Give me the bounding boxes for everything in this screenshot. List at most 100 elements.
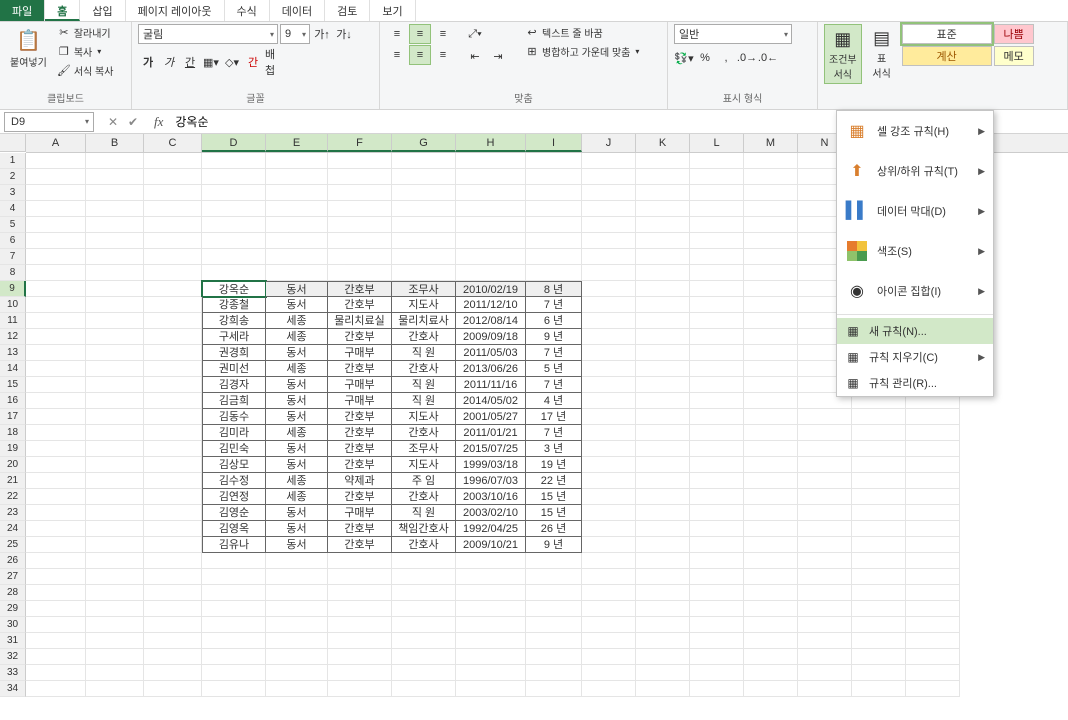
cell[interactable] — [690, 553, 744, 569]
cell[interactable]: 간호부 — [328, 441, 392, 457]
cell[interactable] — [744, 521, 798, 537]
cell[interactable] — [744, 425, 798, 441]
cell[interactable] — [906, 633, 960, 649]
cell[interactable] — [266, 601, 328, 617]
cell[interactable] — [690, 473, 744, 489]
cell[interactable] — [26, 153, 86, 169]
cell[interactable] — [144, 393, 202, 409]
cell[interactable] — [582, 473, 636, 489]
cell[interactable] — [144, 377, 202, 393]
cell[interactable] — [86, 553, 144, 569]
cell[interactable]: 지도사 — [392, 297, 456, 313]
cell[interactable]: 구매부 — [328, 345, 392, 361]
cell[interactable] — [266, 665, 328, 681]
cell[interactable] — [456, 169, 526, 185]
cell[interactable]: 간호부 — [328, 489, 392, 505]
cell[interactable] — [798, 585, 852, 601]
cell[interactable] — [86, 169, 144, 185]
cell[interactable] — [744, 553, 798, 569]
cell[interactable] — [328, 617, 392, 633]
cell[interactable]: 1992/04/25 — [456, 521, 526, 537]
cell[interactable]: 2011/11/16 — [456, 377, 526, 393]
cell[interactable] — [582, 233, 636, 249]
cell[interactable] — [744, 329, 798, 345]
cell[interactable] — [328, 601, 392, 617]
cell[interactable]: 간호사 — [392, 425, 456, 441]
cell[interactable] — [690, 345, 744, 361]
cell[interactable] — [690, 665, 744, 681]
cell[interactable] — [852, 601, 906, 617]
cell[interactable] — [26, 377, 86, 393]
align-bottom-button[interactable]: ≡ — [432, 24, 454, 44]
col-header-K[interactable]: K — [636, 134, 690, 152]
cell[interactable] — [582, 457, 636, 473]
cell[interactable] — [852, 617, 906, 633]
decrease-decimal-button[interactable]: .0← — [758, 48, 778, 68]
cell[interactable] — [852, 409, 906, 425]
cell[interactable]: 세종 — [266, 489, 328, 505]
row-header[interactable]: 4 — [0, 201, 26, 217]
cell[interactable] — [144, 361, 202, 377]
cell[interactable] — [266, 617, 328, 633]
cell[interactable] — [392, 233, 456, 249]
cell[interactable] — [526, 569, 582, 585]
cell[interactable] — [852, 569, 906, 585]
cell[interactable] — [266, 217, 328, 233]
cell[interactable] — [456, 649, 526, 665]
cell[interactable] — [744, 169, 798, 185]
tab-home[interactable]: 홈 — [45, 0, 80, 21]
cell[interactable] — [636, 505, 690, 521]
cell[interactable] — [582, 505, 636, 521]
cell[interactable] — [526, 265, 582, 281]
cell[interactable] — [798, 505, 852, 521]
align-right-button[interactable]: ≡ — [432, 45, 454, 65]
cell[interactable] — [26, 169, 86, 185]
cell[interactable]: 조무사 — [392, 441, 456, 457]
cell[interactable] — [328, 633, 392, 649]
cf-new-rule[interactable]: ▦ 새 규칙(N)... — [837, 318, 993, 344]
cell[interactable] — [636, 249, 690, 265]
cell[interactable] — [744, 281, 798, 297]
cell[interactable]: 7 년 — [526, 425, 582, 441]
col-header-D[interactable]: D — [202, 134, 266, 152]
cell[interactable] — [798, 473, 852, 489]
cell[interactable] — [690, 153, 744, 169]
cell[interactable]: 26 년 — [526, 521, 582, 537]
cell[interactable] — [690, 441, 744, 457]
cell[interactable]: 강종철 — [202, 297, 266, 313]
cell[interactable] — [636, 409, 690, 425]
cell[interactable] — [582, 265, 636, 281]
cell[interactable] — [328, 649, 392, 665]
col-header-I[interactable]: I — [526, 134, 582, 152]
cell[interactable] — [690, 601, 744, 617]
cell[interactable]: 2001/05/27 — [456, 409, 526, 425]
cell[interactable] — [202, 649, 266, 665]
cell[interactable] — [328, 217, 392, 233]
cell[interactable] — [906, 681, 960, 697]
cell[interactable] — [798, 681, 852, 697]
cell[interactable] — [144, 425, 202, 441]
cell[interactable] — [744, 361, 798, 377]
cell[interactable] — [144, 649, 202, 665]
cell[interactable] — [906, 585, 960, 601]
cf-top-bottom-rules[interactable]: ⬆ 상위/하위 규칙(T) ▶ — [837, 151, 993, 191]
cell[interactable] — [144, 489, 202, 505]
cell[interactable] — [144, 505, 202, 521]
row-header[interactable]: 14 — [0, 361, 26, 377]
cell[interactable] — [26, 441, 86, 457]
cell[interactable] — [144, 313, 202, 329]
cell[interactable] — [86, 233, 144, 249]
cell[interactable] — [456, 201, 526, 217]
cell[interactable] — [582, 409, 636, 425]
cell[interactable] — [26, 505, 86, 521]
cell[interactable] — [144, 601, 202, 617]
increase-decimal-button[interactable]: .0→ — [737, 48, 757, 68]
row-header[interactable]: 27 — [0, 569, 26, 585]
cell[interactable] — [690, 185, 744, 201]
cell[interactable]: 간호부 — [328, 361, 392, 377]
cell[interactable] — [26, 601, 86, 617]
cell[interactable] — [86, 585, 144, 601]
cell[interactable] — [26, 537, 86, 553]
cell[interactable] — [144, 297, 202, 313]
cell[interactable] — [906, 537, 960, 553]
